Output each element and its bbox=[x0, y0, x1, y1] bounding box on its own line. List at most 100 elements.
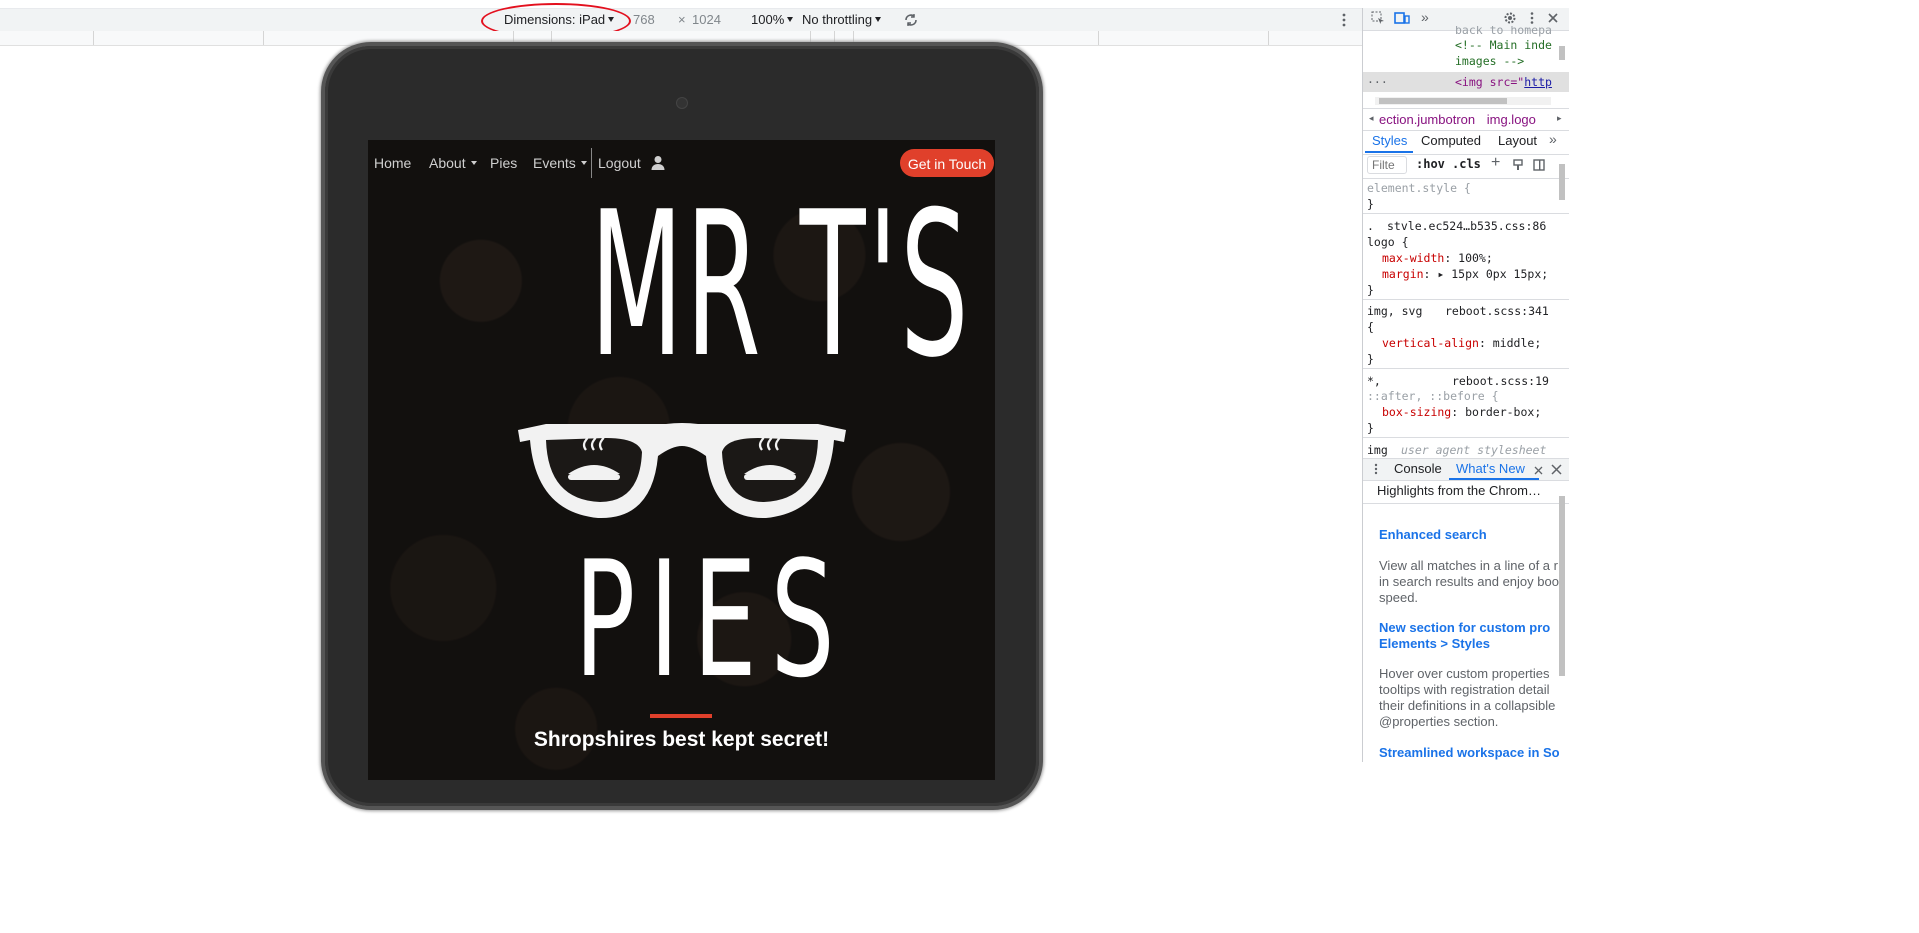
rule-selector: . bbox=[1367, 219, 1374, 233]
source-comment: images --> bbox=[1455, 54, 1525, 68]
selected-node[interactable]: <img src="http bbox=[1455, 75, 1552, 89]
rule-source-link[interactable]: reboot.scss:341 bbox=[1445, 304, 1549, 318]
whats-new-body: speed. bbox=[1379, 590, 1419, 605]
nav-events[interactable]: Events bbox=[533, 155, 587, 171]
separator bbox=[1363, 437, 1569, 438]
tab-styles[interactable]: Styles bbox=[1372, 133, 1407, 148]
whats-new-body: their definitions in a collapsible bbox=[1379, 698, 1556, 713]
css-declaration[interactable]: vertical-align: middle; bbox=[1382, 336, 1541, 350]
active-tab-indicator bbox=[1365, 151, 1413, 153]
accent-divider bbox=[650, 714, 712, 718]
whats-new-title[interactable]: Elements > Styles bbox=[1379, 636, 1490, 651]
throttling-dropdown[interactable]: No throttling bbox=[802, 12, 882, 27]
vertical-scrollbar-thumb[interactable] bbox=[1559, 46, 1565, 60]
media-query-ruler bbox=[0, 31, 1362, 46]
nav-home[interactable]: Home bbox=[374, 155, 411, 171]
hov-toggle[interactable]: :hov bbox=[1416, 157, 1445, 171]
rule-selector: *, bbox=[1367, 374, 1381, 388]
highlights-heading: Highlights from the Chrom… bbox=[1377, 483, 1541, 498]
ruler-tick bbox=[513, 31, 514, 45]
rule-source-link[interactable]: reboot.scss:19 bbox=[1452, 374, 1549, 388]
breadcrumb-right-arrow-icon[interactable]: ▸ bbox=[1557, 113, 1562, 124]
camera-icon bbox=[677, 98, 687, 108]
logo-text-mr-ts: MR T'S bbox=[590, 169, 971, 402]
element-style-rule[interactable]: element.style { bbox=[1367, 181, 1471, 195]
css-declaration[interactable]: max-width: 100%; bbox=[1382, 251, 1493, 265]
horizontal-scrollbar[interactable] bbox=[1375, 97, 1551, 105]
whats-new-title[interactable]: Streamlined workspace in So bbox=[1379, 745, 1560, 760]
add-rule-icon[interactable]: + bbox=[1491, 154, 1500, 172]
css-value: : 100%; bbox=[1444, 251, 1493, 265]
tab-console[interactable]: Console bbox=[1394, 461, 1442, 476]
rule-close: } bbox=[1367, 352, 1374, 366]
node-ellipsis[interactable]: ... bbox=[1367, 72, 1388, 86]
drawer-tabbar: Console What's New bbox=[1363, 458, 1569, 481]
rule-selector: ::after, ::before { bbox=[1367, 389, 1499, 403]
css-property: vertical-align bbox=[1382, 336, 1479, 350]
css-value: : ▸ 15px 0px 15px; bbox=[1423, 267, 1549, 281]
whats-new-title[interactable]: New section for custom pro bbox=[1379, 620, 1550, 635]
more-vertical-icon[interactable] bbox=[1338, 12, 1350, 33]
sidebar-toggle-icon[interactable] bbox=[1533, 158, 1545, 176]
zoom-dropdown[interactable]: 100% bbox=[751, 12, 794, 27]
ruler-tick bbox=[93, 31, 94, 45]
nav-about[interactable]: About bbox=[429, 155, 477, 171]
rule-close: } bbox=[1367, 421, 1374, 435]
drawer-scrollbar-thumb[interactable] bbox=[1559, 496, 1565, 676]
devtools-panel: » back to homepa <!-- Main inde images -… bbox=[1362, 8, 1569, 762]
breadcrumb-left-arrow-icon[interactable]: ◂ bbox=[1369, 113, 1374, 124]
css-declaration[interactable]: margin: ▸ 15px 0px 15px; bbox=[1382, 267, 1548, 281]
active-tab-indicator bbox=[1449, 478, 1539, 480]
img-src-link[interactable]: http bbox=[1524, 75, 1552, 89]
ruler-tick bbox=[1098, 31, 1099, 45]
throttling-label: No throttling bbox=[802, 12, 873, 27]
cls-toggle[interactable]: .cls bbox=[1452, 157, 1481, 171]
close-drawer-icon[interactable] bbox=[1551, 462, 1562, 480]
styles-filter-input[interactable] bbox=[1367, 156, 1407, 174]
height-input[interactable]: 1024 bbox=[692, 12, 721, 27]
rotate-icon[interactable] bbox=[903, 12, 919, 33]
more-tabs-icon[interactable]: » bbox=[1421, 9, 1429, 25]
tab-computed[interactable]: Computed bbox=[1421, 133, 1481, 148]
tagline: Shropshires best kept secret! bbox=[533, 728, 830, 751]
whats-new-body: in search results and enjoy boo bbox=[1379, 574, 1559, 589]
separator bbox=[1363, 213, 1569, 214]
css-property: margin bbox=[1382, 267, 1424, 281]
separator bbox=[1363, 368, 1569, 369]
whats-new-body: tooltips with registration detail bbox=[1379, 682, 1550, 697]
close-tab-icon[interactable] bbox=[1534, 462, 1543, 480]
nav-about-label: About bbox=[429, 155, 466, 171]
breadcrumb-section[interactable]: ection.jumbotron bbox=[1379, 112, 1475, 127]
zoom-label: 100% bbox=[751, 12, 785, 27]
css-value: : middle; bbox=[1478, 336, 1542, 350]
css-property: box-sizing bbox=[1382, 405, 1452, 419]
css-declaration[interactable]: box-sizing: border-box; bbox=[1382, 405, 1541, 419]
more-tabs-icon[interactable]: » bbox=[1549, 131, 1557, 147]
chevron-down-icon bbox=[875, 17, 882, 22]
chevron-down-icon bbox=[787, 17, 794, 22]
drawer-menu-icon[interactable] bbox=[1373, 462, 1379, 480]
scrollbar-thumb[interactable] bbox=[1379, 98, 1507, 104]
paint-brush-icon[interactable] bbox=[1512, 158, 1524, 176]
logo-text-pies: PIES bbox=[574, 526, 849, 713]
whats-new-body: Hover over custom properties bbox=[1379, 666, 1550, 681]
times-sign: × bbox=[678, 12, 686, 27]
breadcrumb-img[interactable]: img.logo bbox=[1487, 112, 1536, 127]
device-toggle-icon[interactable] bbox=[1394, 11, 1410, 30]
glasses-with-pies-icon bbox=[516, 416, 848, 529]
chevron-down-icon bbox=[470, 161, 477, 165]
rule-open: { bbox=[1367, 320, 1374, 334]
width-input[interactable]: 768 bbox=[633, 12, 655, 27]
inspect-icon[interactable] bbox=[1371, 11, 1385, 30]
device-toolbar: Dimensions: iPad 768 × 1024 100% No thro… bbox=[0, 8, 1362, 32]
tab-layout[interactable]: Layout bbox=[1498, 133, 1537, 148]
whats-new-title[interactable]: Enhanced search bbox=[1379, 527, 1487, 542]
rule-close: } bbox=[1367, 197, 1374, 211]
chevron-down-icon bbox=[580, 161, 587, 165]
nav-pies[interactable]: Pies bbox=[490, 155, 517, 171]
tab-whats-new[interactable]: What's New bbox=[1456, 461, 1525, 476]
whats-new-body: @properties section. bbox=[1379, 714, 1499, 729]
ruler-tick bbox=[1268, 31, 1269, 45]
rule-source-link[interactable]: stvle.ec524…b535.css:86 bbox=[1387, 219, 1546, 233]
styles-scrollbar-thumb[interactable] bbox=[1559, 164, 1565, 200]
